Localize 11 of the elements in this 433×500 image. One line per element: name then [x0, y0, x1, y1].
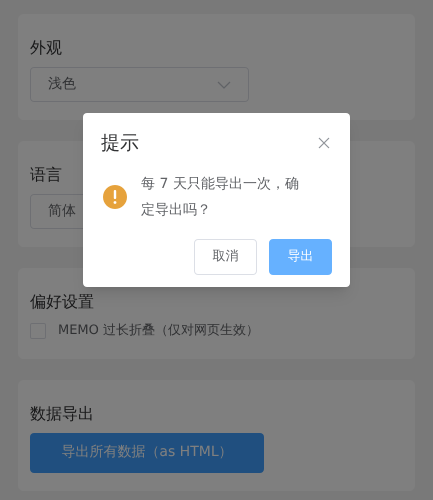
section-title: 语言 [30, 164, 62, 186]
section-title: 数据导出 [30, 402, 94, 424]
confirm-button[interactable]: 导出 [269, 239, 332, 275]
dialog-title: 提示 [101, 131, 139, 156]
section-title: 外观 [30, 37, 62, 59]
select-field[interactable]: 浅色 [30, 67, 249, 102]
cancel-button[interactable]: 取消 [194, 239, 257, 275]
checkbox-label: MEMO 过长折叠（仅对网页生效） [58, 322, 260, 340]
export-all-button[interactable]: 导出所有数据（as HTML） [30, 432, 264, 472]
dialog-message: 每 7 天只能导出一次，确定导出吗？ [141, 175, 300, 220]
section-title: 偏好设置 [30, 291, 94, 313]
